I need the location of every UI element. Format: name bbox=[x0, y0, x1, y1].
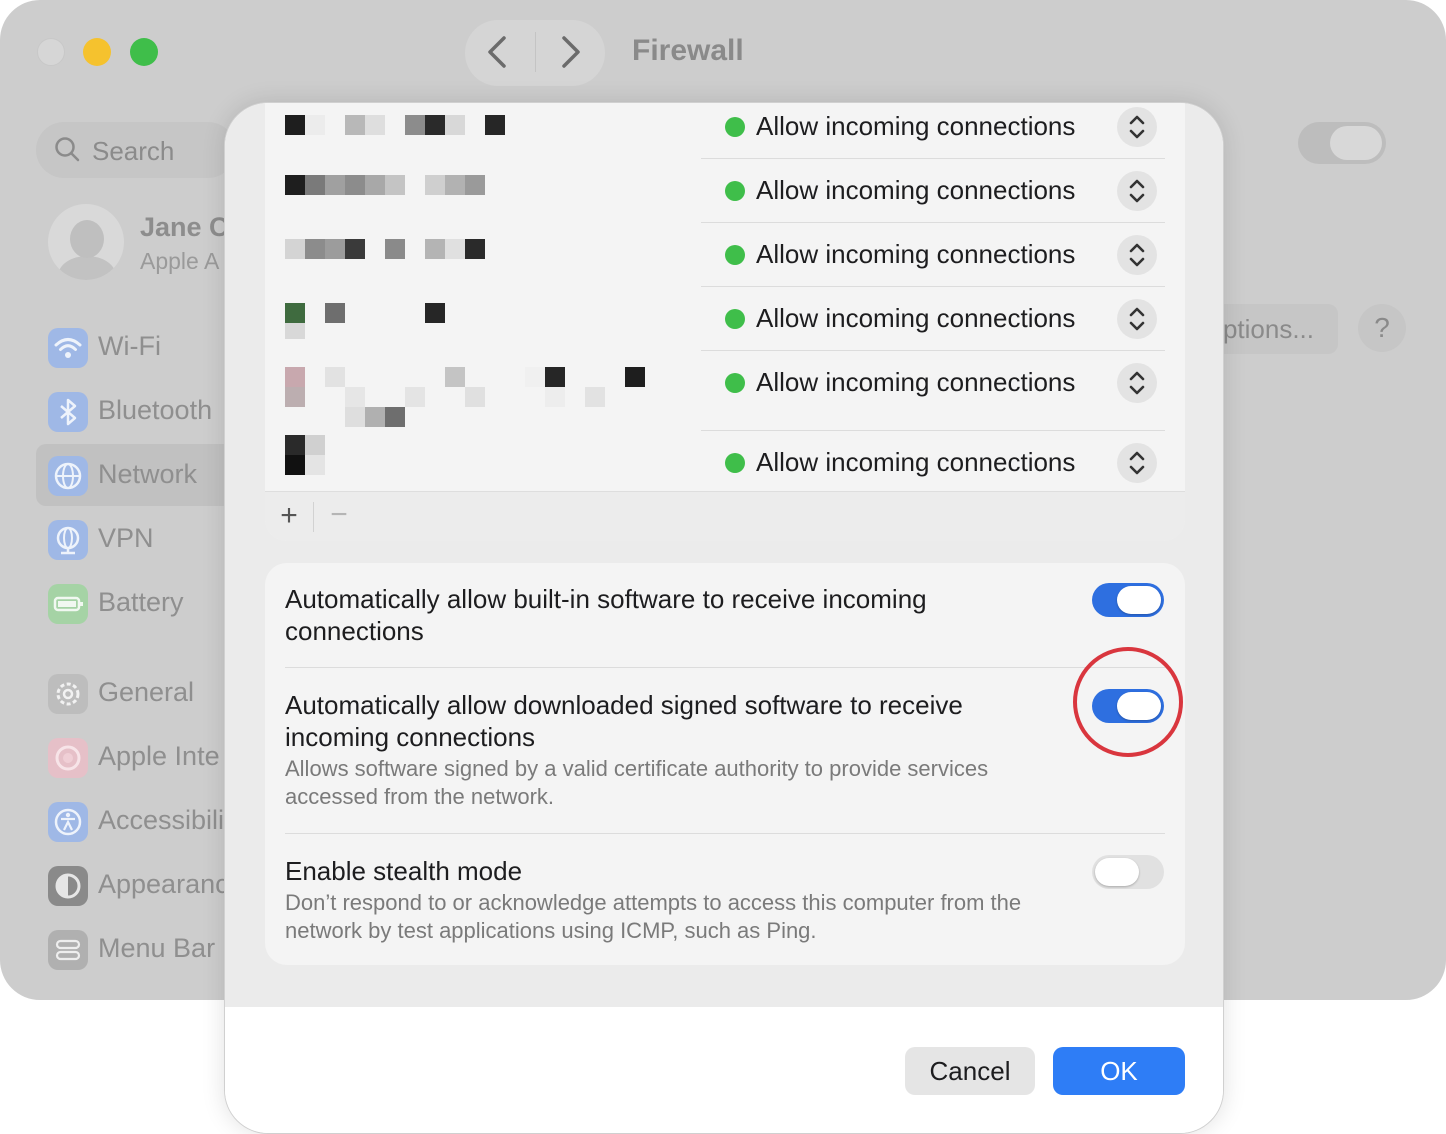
setting-title: Automatically allow downloaded signed so… bbox=[285, 690, 963, 752]
toggle-knob bbox=[1095, 858, 1139, 886]
stealth-mode-setting: Enable stealth mode Don’t respond to or … bbox=[285, 855, 1165, 945]
firewall-settings-group: Automatically allow built-in software to… bbox=[265, 563, 1185, 965]
sidebar-item-label: Network bbox=[98, 459, 198, 489]
search-placeholder: Search bbox=[92, 136, 175, 166]
sidebar-item-label: General bbox=[98, 677, 195, 707]
menu-bar-icon bbox=[48, 930, 88, 970]
stealth-mode-toggle[interactable] bbox=[1092, 855, 1164, 889]
signed-software-setting: Automatically allow downloaded signed so… bbox=[285, 689, 1165, 811]
sidebar-item-general[interactable]: General bbox=[36, 662, 236, 724]
gear-icon bbox=[48, 674, 88, 714]
app-name-redacted-icon bbox=[285, 303, 445, 339]
chevron-up-down-icon[interactable] bbox=[1117, 363, 1157, 403]
add-app-button[interactable]: + bbox=[275, 498, 303, 534]
apple-intelligence-icon bbox=[48, 738, 88, 778]
app-name-redacted-icon bbox=[285, 175, 485, 195]
accessibility-icon bbox=[48, 802, 88, 842]
builtin-software-setting: Automatically allow built-in software to… bbox=[285, 583, 1165, 647]
status-indicator-icon bbox=[725, 181, 745, 201]
sidebar-item-accessibility[interactable]: Accessibili bbox=[36, 790, 236, 852]
search-icon bbox=[54, 136, 80, 162]
sidebar-item-network[interactable]: Network bbox=[36, 444, 236, 506]
nav-divider bbox=[535, 32, 536, 72]
appearance-icon bbox=[48, 866, 88, 906]
sidebar-item-label: Bluetooth bbox=[98, 395, 213, 425]
chevron-up-down-icon[interactable] bbox=[1117, 299, 1157, 339]
user-name: Jane C bbox=[140, 212, 229, 242]
sidebar-item-label: VPN bbox=[98, 523, 154, 553]
status-indicator-icon bbox=[725, 373, 745, 393]
setting-title: Enable stealth mode bbox=[285, 856, 523, 886]
setting-divider bbox=[285, 667, 1165, 668]
bluetooth-icon bbox=[48, 392, 88, 432]
chevron-up-down-icon[interactable] bbox=[1117, 107, 1157, 147]
minimize-window-button[interactable] bbox=[83, 38, 111, 66]
row-divider bbox=[701, 350, 1165, 351]
toggle-knob bbox=[1117, 586, 1161, 614]
window-title: Firewall bbox=[632, 34, 744, 67]
chevron-up-down-icon[interactable] bbox=[1117, 235, 1157, 275]
sidebar-item-label: Accessibili bbox=[98, 805, 225, 835]
sheet-footer: Cancel OK bbox=[225, 1007, 1223, 1133]
row-divider bbox=[701, 430, 1165, 431]
status-indicator-icon bbox=[725, 453, 745, 473]
chevron-left-icon[interactable] bbox=[478, 30, 518, 74]
firewall-options-sheet: Allow incoming connections Allow incomin… bbox=[224, 102, 1224, 1134]
row-divider bbox=[701, 222, 1165, 223]
help-button[interactable]: ? bbox=[1358, 304, 1406, 352]
connection-status: Allow incoming connections bbox=[756, 239, 1076, 269]
sidebar-item-label: Battery bbox=[98, 587, 184, 617]
builtin-software-toggle[interactable] bbox=[1092, 583, 1164, 617]
toolbar-divider bbox=[313, 502, 314, 532]
sidebar-item-battery[interactable]: Battery bbox=[36, 572, 236, 634]
app-name-redacted-icon bbox=[285, 239, 485, 259]
status-indicator-icon bbox=[725, 245, 745, 265]
app-name-redacted-icon bbox=[285, 115, 505, 135]
remove-app-button[interactable]: − bbox=[325, 498, 353, 534]
battery-icon bbox=[48, 584, 88, 624]
wifi-icon bbox=[48, 328, 88, 368]
application-list: Allow incoming connections Allow incomin… bbox=[265, 103, 1185, 541]
avatar[interactable] bbox=[48, 204, 124, 280]
sidebar-item-label: Menu Bar bbox=[98, 933, 216, 963]
cancel-button[interactable]: Cancel bbox=[905, 1047, 1035, 1095]
vpn-globe-icon bbox=[48, 520, 88, 560]
connection-status: Allow incoming connections bbox=[756, 111, 1076, 141]
highlight-circle bbox=[1073, 647, 1183, 757]
sheet-content: Allow incoming connections Allow incomin… bbox=[225, 103, 1223, 1007]
sidebar-item-menu-bar[interactable]: Menu Bar bbox=[36, 918, 236, 980]
app-name-redacted-icon bbox=[285, 435, 325, 475]
connection-status: Allow incoming connections bbox=[756, 303, 1076, 333]
globe-icon bbox=[48, 456, 88, 496]
connection-status: Allow incoming connections bbox=[756, 447, 1076, 477]
list-toolbar: + − bbox=[265, 491, 1185, 541]
status-indicator-icon bbox=[725, 309, 745, 329]
status-indicator-icon bbox=[725, 117, 745, 137]
chevron-right-icon[interactable] bbox=[550, 30, 590, 74]
sidebar-item-label: Appearanc bbox=[98, 869, 229, 899]
row-divider bbox=[701, 286, 1165, 287]
sidebar-item-label: Wi-Fi bbox=[98, 331, 161, 361]
zoom-window-button[interactable] bbox=[130, 38, 158, 66]
firewall-toggle[interactable] bbox=[1298, 122, 1386, 164]
sidebar-item-wifi[interactable]: Wi-Fi bbox=[36, 316, 236, 378]
chevron-up-down-icon[interactable] bbox=[1117, 171, 1157, 211]
connection-status: Allow incoming connections bbox=[756, 367, 1076, 397]
user-subtitle: Apple A bbox=[140, 248, 220, 274]
connection-status: Allow incoming connections bbox=[756, 175, 1076, 205]
sidebar-item-appearance[interactable]: Appearanc bbox=[36, 854, 236, 916]
chevron-up-down-icon[interactable] bbox=[1117, 443, 1157, 483]
setting-title: Automatically allow built-in software to… bbox=[285, 584, 927, 646]
setting-divider bbox=[285, 833, 1165, 834]
ok-button[interactable]: OK bbox=[1053, 1047, 1185, 1095]
row-divider bbox=[701, 158, 1165, 159]
sidebar-item-vpn[interactable]: VPN bbox=[36, 508, 236, 570]
sidebar-item-label: Apple Inte bbox=[98, 741, 220, 771]
close-window-button[interactable] bbox=[37, 38, 65, 66]
sidebar-item-bluetooth[interactable]: Bluetooth bbox=[36, 380, 236, 442]
setting-description: Don’t respond to or acknowledge attempts… bbox=[285, 890, 1022, 943]
sidebar-item-apple-intelligence[interactable]: Apple Inte bbox=[36, 726, 236, 788]
setting-description: Allows software signed by a valid certif… bbox=[285, 756, 989, 809]
app-name-redacted-icon bbox=[285, 367, 645, 427]
